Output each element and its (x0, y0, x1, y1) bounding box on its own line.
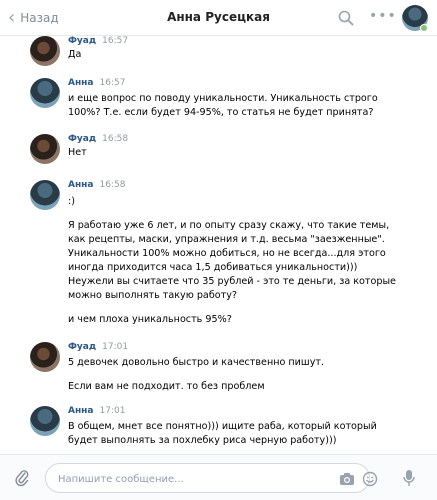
message-text: как рецепты, маски, упражнения и т.д. ве… (68, 234, 385, 245)
message-text: Да (68, 49, 82, 60)
message: Фуад 17:01 5 девочек довольно быстро и ка… (30, 342, 430, 394)
message-time: 17:01 (99, 406, 126, 416)
message-author[interactable]: Анна (68, 406, 93, 416)
message-author[interactable]: Фуад (68, 342, 96, 352)
message-text: Я работаю уже 6 лет, и по опыту сразу ск… (68, 220, 390, 231)
message-author[interactable]: Анна (68, 78, 93, 88)
message-author[interactable]: Фуад (68, 134, 96, 144)
message-time: 16:58 (99, 180, 126, 190)
message-text: будет выполнять за похлебку риса черную … (68, 435, 337, 446)
message-author[interactable]: Фуад (68, 36, 96, 46)
message-text: В общем, мнет все понятно))) ищите раба,… (68, 421, 377, 432)
message-text: можно выполнять такую работу? (68, 290, 237, 301)
message: Анна 16:57 и еще вопрос по поводу уникаль… (30, 78, 430, 122)
message-meta: Фуад 16:57 (68, 36, 128, 46)
microphone-icon[interactable] (403, 469, 415, 487)
search-icon[interactable] (338, 10, 354, 26)
message-time: 17:01 (102, 342, 129, 352)
message-text: :) (68, 196, 75, 207)
message-history[interactable]: Фуад 16:57 Да Анна 16:57 и еще вопрос по п… (0, 36, 437, 454)
paperclip-icon[interactable] (15, 469, 29, 491)
message-author[interactable]: Анна (68, 180, 93, 190)
message-composer (0, 454, 437, 500)
message: Фуад 16:58 Нет (30, 134, 430, 164)
message-time: 16:57 (99, 78, 126, 88)
message: Анна 16:58 :) Я работаю уже 6 лет, и по о… (30, 180, 430, 340)
message-text: и чем плоха уникальность 95%? (68, 314, 232, 325)
message-text: 100%? Т.е. если будет 94-95%, то статья … (68, 107, 374, 118)
avatar[interactable] (30, 78, 60, 108)
smile-icon[interactable] (362, 471, 378, 487)
message: Анна 17:01 В общем, мнет все понятно))) и… (30, 406, 430, 450)
avatar[interactable] (30, 134, 60, 164)
message-meta: Фуад 16:58 (68, 134, 128, 144)
camera-icon[interactable] (339, 472, 355, 486)
message-meta: Анна 16:58 (68, 180, 125, 190)
online-indicator (420, 24, 428, 32)
message-text: 5 девочек довольно быстро и качественно … (68, 357, 325, 368)
more-icon[interactable]: ••• (369, 8, 397, 24)
message-meta: Фуад 17:01 (68, 342, 128, 352)
avatar[interactable] (30, 180, 60, 210)
message-input-box[interactable] (45, 463, 378, 493)
avatar[interactable] (30, 342, 60, 372)
message-time: 16:58 (102, 134, 129, 144)
message-time: 16:57 (102, 36, 129, 46)
message-text: Если вам не подходит. то без проблем (68, 381, 265, 392)
message-meta: Анна 16:57 (68, 78, 125, 88)
avatar[interactable] (30, 406, 60, 436)
message-text: Нет (68, 147, 87, 158)
message-text: и еще вопрос по поводу уникальности. Уни… (68, 93, 378, 104)
message-input[interactable] (58, 470, 298, 488)
message-meta: Анна 17:01 (68, 406, 125, 416)
message-text: Неужели вы считаете что 35 рублей - это … (68, 276, 396, 287)
avatar[interactable] (30, 36, 60, 66)
message: Фуад 16:57 Да (30, 36, 430, 66)
message-text: Уникальности 100% можно добиться, но не … (68, 248, 386, 259)
chat-header: ‹ Назад Анна Русецкая ••• (0, 0, 437, 36)
message-text: иногда приходится часа 1,5 добиваться ун… (68, 262, 358, 273)
